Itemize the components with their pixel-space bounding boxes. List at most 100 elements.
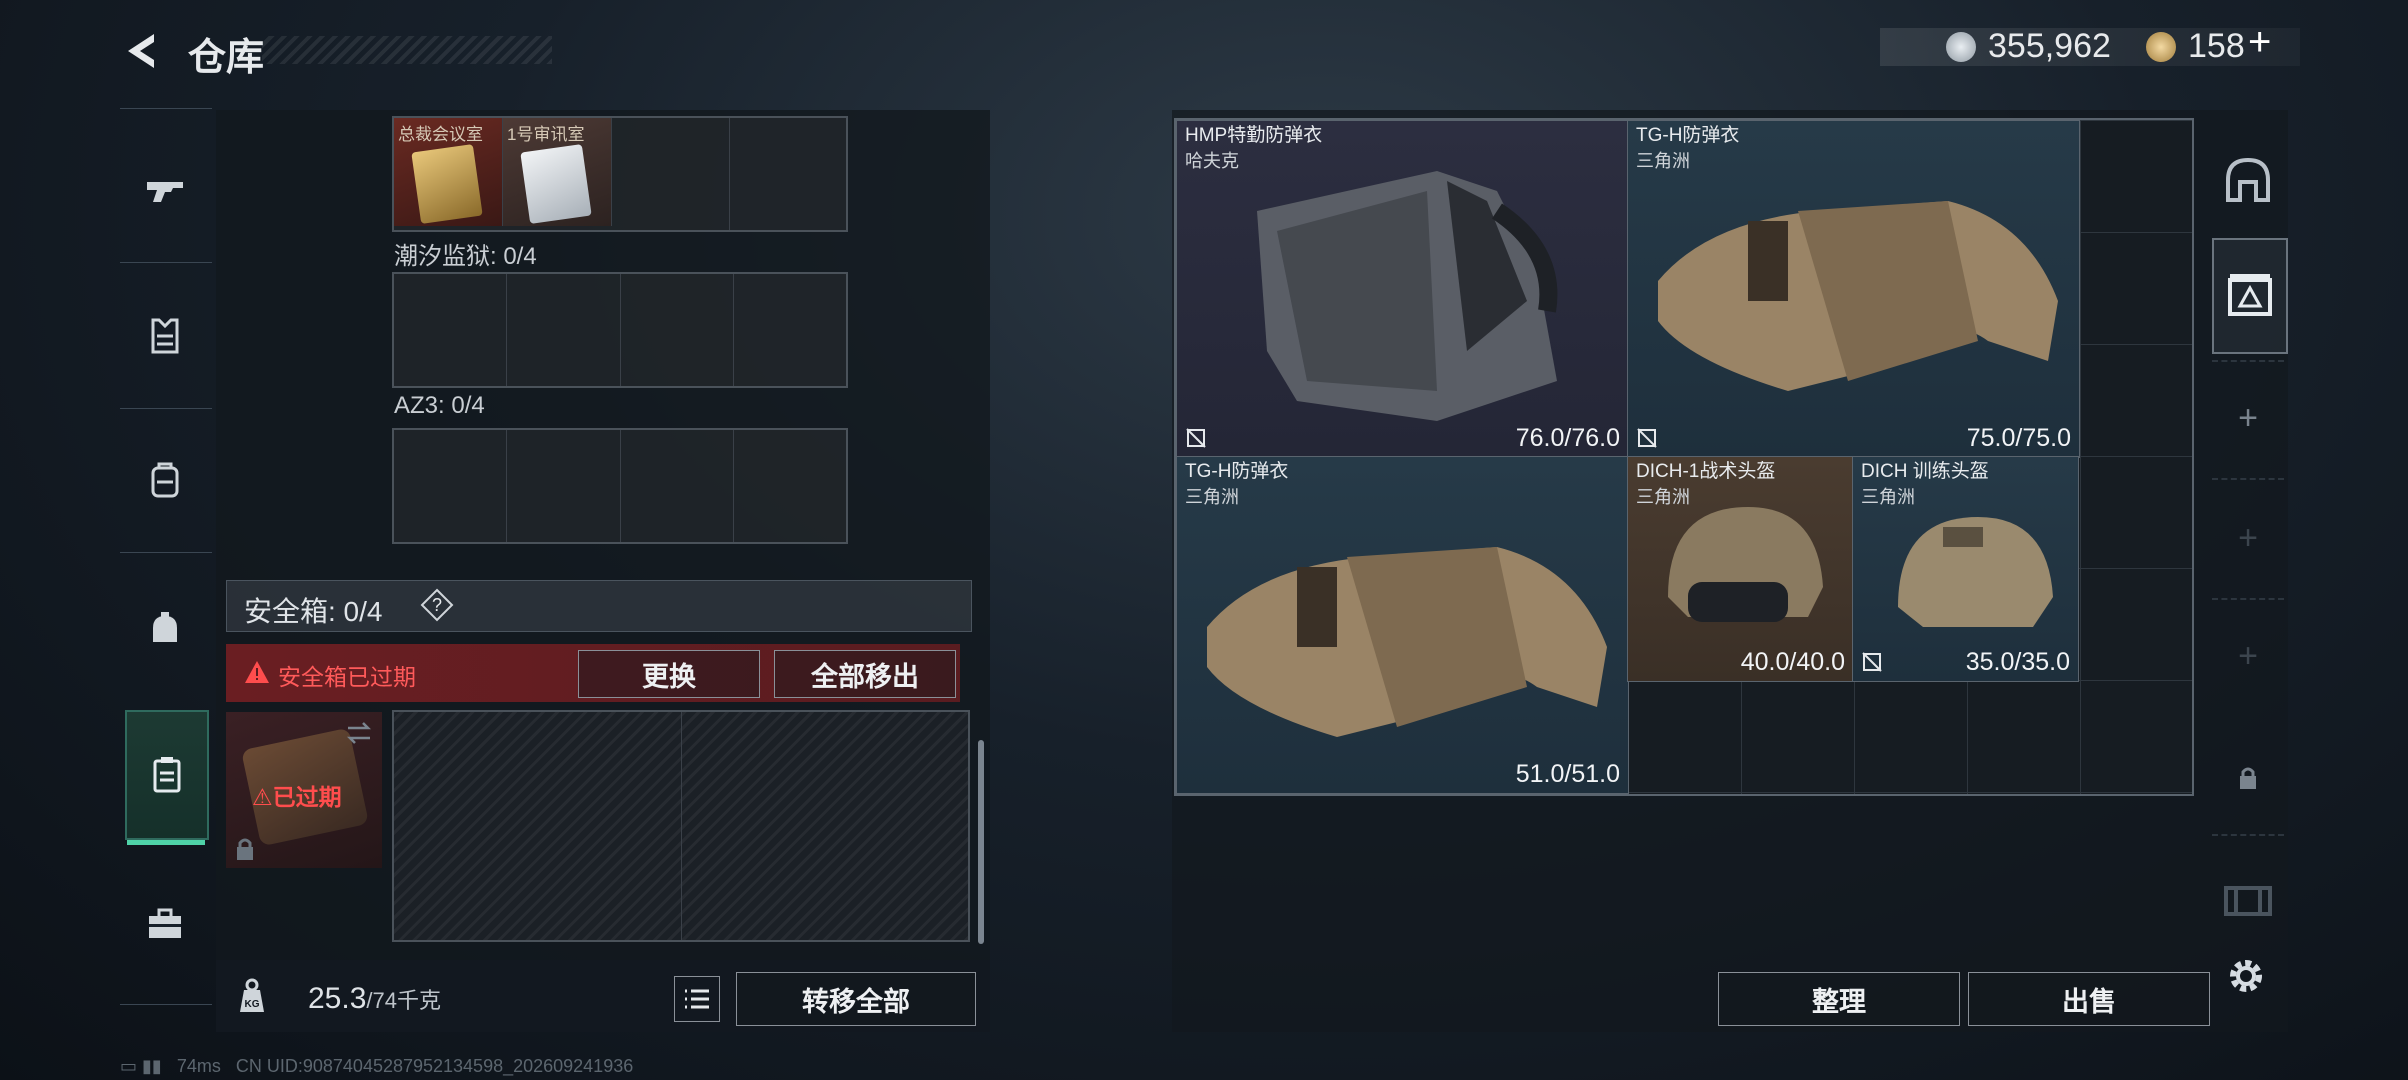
nav-divider [120,552,212,553]
list-view-button[interactable] [674,976,720,1022]
nav-divider [2212,834,2284,837]
add-currency-button[interactable]: + [2248,20,2271,65]
add-stash-tab-button[interactable]: + [2212,502,2284,574]
stash-item[interactable]: DICH 训练头盔 三角洲 35.0/35.0 [1852,456,2079,682]
nav-armor[interactable] [125,296,205,376]
stash-box-icon [2228,274,2272,316]
empty-slot[interactable] [734,430,846,542]
empty-slot[interactable] [507,430,621,542]
transfer-all-button[interactable]: 转移全部 [736,972,976,1026]
container-label: 潮汐监狱: 0/4 [394,243,537,270]
warning-icon [245,661,269,683]
container-label: AZ3: 0/4 [394,392,485,419]
left-panel-scrollbar[interactable] [978,740,984,944]
move-all-out-button[interactable]: 全部移出 [774,650,956,698]
item-source: 三角洲 [1636,487,1690,507]
nav-helmet-bag[interactable] [125,588,205,668]
nav-divider [120,408,212,409]
swap-icon[interactable] [344,718,374,748]
nav-backpack[interactable] [125,440,205,520]
item-durability: 40.0/40.0 [1740,648,1845,676]
status-bar: ▭ ▮▮ 74ms CN UID:9087404528795213459​8_2… [120,1056,633,1077]
plus-icon: + [2238,636,2258,675]
stash-item[interactable]: TG-H防弹衣 三角洲 75.0/75.0 [1627,120,2080,458]
list-icon [685,989,709,1009]
silver-currency-amount: 355,962 [1988,27,2111,65]
sell-button[interactable]: 出售 [1968,972,2210,1026]
keycard-image [411,144,483,224]
svg-text:KG: KG [245,999,260,1010]
back-arrow-icon[interactable] [120,28,166,74]
lock-icon [237,838,253,860]
carry-weight-capacity: /74千克 [366,988,441,1013]
stash-tab-selected[interactable] [2212,238,2288,354]
stash-tab-main[interactable] [2212,144,2284,216]
vest-image [1207,547,1607,737]
nav-divider [120,1004,212,1005]
container-grid [392,428,848,544]
svg-text:?: ? [432,595,442,615]
empty-slot[interactable] [730,118,847,230]
item-source: 三角洲 [1636,151,1690,171]
nav-divider [2212,478,2284,481]
nav-active-indicator [127,840,205,845]
no-insure-icon [1862,652,1882,672]
gold-currency-amount: 158 [2188,27,2245,65]
nav-divider [2212,360,2284,363]
title-decoration [262,36,552,64]
safebox-title: 安全箱: 0/4 [244,596,383,627]
item-label: 总裁会议室 [398,125,483,144]
item-durability: 35.0/35.0 [1965,648,2070,676]
empty-slot[interactable] [621,430,734,542]
stash-extra-tab[interactable] [2212,864,2284,936]
safebox-expired-warning: 安全箱已过期 [278,664,416,690]
arch-icon [2226,157,2270,202]
lock-icon [2240,767,2256,789]
crate-icon [2224,886,2272,916]
sort-button[interactable]: 整理 [1718,972,1960,1026]
item-name: DICH-1战术头盔 [1636,461,1776,482]
stash-item[interactable]: HMP特勤防弹衣 哈夫克 76.0/76.0 [1176,120,1629,458]
silver-coin-icon [1946,32,1976,62]
nav-safebox[interactable] [125,710,209,840]
locked-slot [682,712,969,940]
locked-stash-tab[interactable] [2212,742,2284,814]
keycard-item[interactable]: 总裁会议室 [394,118,503,226]
replace-button[interactable]: 更换 [578,650,760,698]
plus-icon: + [2238,518,2258,557]
empty-slot[interactable] [507,274,621,386]
expired-badge-label: 已过期 [272,784,342,810]
item-name: HMP特勤防弹衣 [1185,125,1323,146]
vest-image [1658,201,2058,391]
helmet-image [1898,517,2053,627]
add-stash-tab-button[interactable]: + [2212,382,2284,454]
empty-slot[interactable] [394,430,508,542]
stash-item[interactable]: DICH-1战术头盔 三角洲 40.0/40.0 [1627,456,1854,682]
gold-coin-icon [2146,32,2176,62]
keycard-image [520,144,592,224]
empty-slot[interactable] [621,274,734,386]
empty-slot[interactable] [734,274,846,386]
container-grid-top: 总裁会议室 1号审讯室 [392,116,848,232]
item-source: 三角洲 [1185,487,1239,507]
battery-icon: ▭ ▮▮ [120,1056,162,1076]
keycard-item[interactable]: 1号审讯室 [503,118,612,226]
nav-toolbox[interactable] [125,884,205,964]
item-name: DICH 训练头盔 [1861,461,1989,482]
stash-item[interactable]: TG-H防弹衣 三角洲 51.0/51.0 [1176,456,1629,794]
gear-icon[interactable] [2222,952,2270,1000]
help-icon[interactable]: ? [420,588,454,622]
ping-value: 74ms [176,1056,221,1076]
empty-slot[interactable] [394,274,508,386]
add-stash-tab-button[interactable]: + [2212,620,2284,692]
bag-icon [153,612,177,642]
item-source: 三角洲 [1861,487,1915,507]
empty-slot[interactable] [612,118,730,230]
vest-image [1257,171,1558,421]
no-insure-icon [1637,428,1657,448]
safebox-slots [392,710,970,942]
item-name: TG-H防弹衣 [1185,461,1289,482]
item-durability: 51.0/51.0 [1515,760,1620,788]
locked-slot [394,712,682,940]
nav-weapons[interactable] [125,150,205,230]
